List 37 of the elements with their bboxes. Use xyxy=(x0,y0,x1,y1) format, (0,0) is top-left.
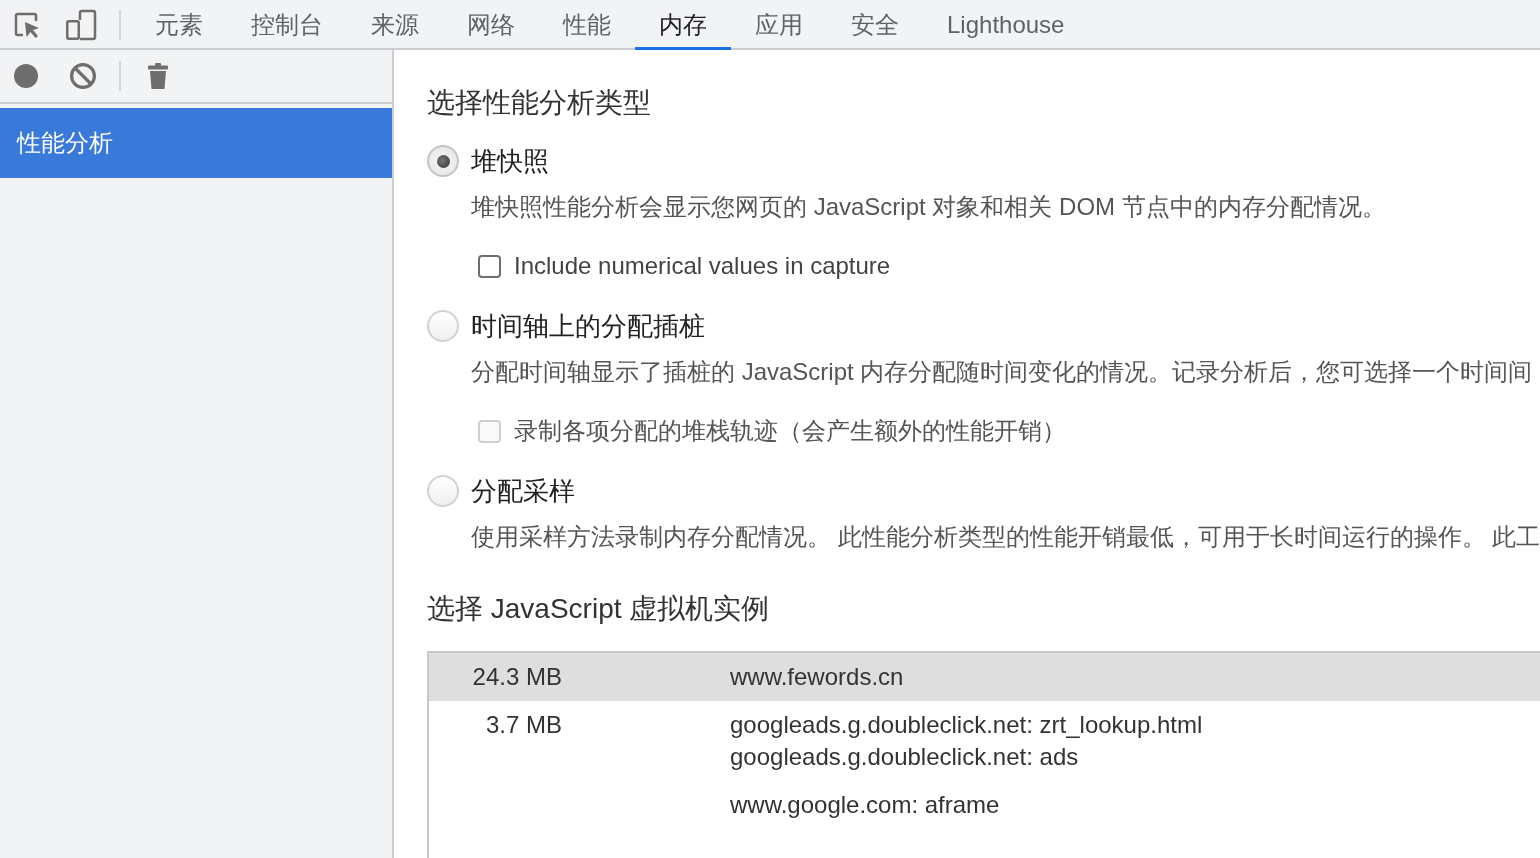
heap-size: 3.7 MB xyxy=(485,711,562,738)
vm-instance-row[interactable]: 3.7 MB googleads.g.doubleclick.net: zrt_lookup.html googleads.g.doubleclick.net: ads xyxy=(429,701,1540,781)
option-description: 使用采样方法录制内存分配情况。 此性能分析类型的性能开销最低，可用于长时间运行的操作。 此工 xyxy=(471,522,1540,552)
panel-tab[interactable]: 性能 xyxy=(539,0,635,50)
option-description: 堆快照性能分析会显示您网页的 JavaScript 对象和相关 DOM 节点中的内存分配情况。 xyxy=(471,192,1387,222)
context-url: googleads.g.doubleclick.net: ads xyxy=(730,742,1079,772)
section-heading: 选择性能分析类型 xyxy=(427,86,652,120)
record-icon[interactable] xyxy=(14,64,38,88)
option-description: 分配时间轴显示了插桩的 JavaScript 内存分配随时间变化的情况。记录分析后，您可选择一个时间间 xyxy=(471,357,1534,387)
vm-instance-row[interactable]: www.google.com: aframe xyxy=(429,781,1540,829)
option-label: 时间轴上的分配插桩 xyxy=(471,309,705,343)
inspect-icon[interactable] xyxy=(13,11,41,39)
context-url: www.fewords.cn xyxy=(730,662,904,692)
option-label: 分配采样 xyxy=(471,474,575,508)
checkbox-label: 录制各项分配的堆栈轨迹（会产生额外的性能开销） xyxy=(514,416,1066,446)
panel-tab[interactable]: 来源 xyxy=(347,0,443,50)
panel-tab[interactable]: 应用 xyxy=(731,0,827,50)
radio-button[interactable] xyxy=(427,145,459,177)
sidebar-item[interactable]: 性能分析 xyxy=(0,108,392,178)
vm-instance-row[interactable]: 24.3 MB www.fewords.cn xyxy=(429,653,1540,701)
panel-tab[interactable]: 控制台 xyxy=(227,0,347,50)
panel-tab[interactable]: 元素 xyxy=(131,0,227,50)
radio-button[interactable] xyxy=(427,310,459,342)
device-icon[interactable] xyxy=(65,9,97,41)
panel-tab[interactable]: 网络 xyxy=(443,0,539,50)
trash-icon[interactable] xyxy=(148,63,168,89)
panel-tab[interactable]: 安全 xyxy=(827,0,923,50)
context-url: www.google.com: aframe xyxy=(730,790,1000,820)
checkbox-label: Include numerical values in capture xyxy=(514,252,891,280)
heap-size: 24.3 MB xyxy=(472,663,562,690)
radio-button[interactable] xyxy=(427,475,459,507)
checkbox[interactable] xyxy=(478,254,501,278)
context-url: googleads.g.doubleclick.net: zrt_lookup.html xyxy=(730,710,1203,740)
section-heading: 选择 JavaScript 虚拟机实例 xyxy=(427,592,771,626)
option-label: 堆快照 xyxy=(471,144,549,178)
clear-icon[interactable] xyxy=(70,63,96,89)
panel-tab[interactable]: Lighthouse xyxy=(923,0,1089,50)
